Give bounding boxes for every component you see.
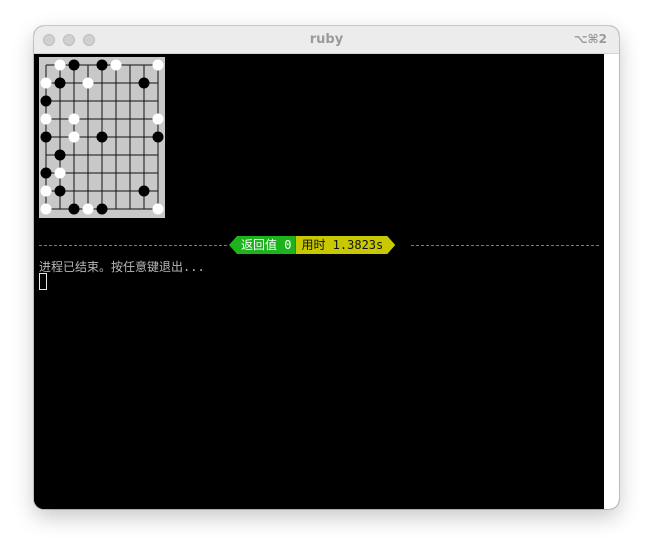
- black-stone: [68, 203, 80, 215]
- white-stone: [82, 77, 94, 89]
- terminal-window: ruby ⌥⌘2 返回值 0 用时 1.3823s 进程已结束。按任意键退出..…: [34, 26, 619, 509]
- white-stone: [68, 131, 80, 143]
- white-stone: [40, 77, 52, 89]
- black-stone: [40, 167, 52, 179]
- window-title: ruby: [309, 32, 344, 47]
- black-stone: [40, 95, 52, 107]
- window-shortcut: ⌥⌘2: [573, 32, 607, 46]
- black-stone: [54, 77, 66, 89]
- white-stone: [152, 59, 164, 71]
- black-stone: [138, 77, 150, 89]
- exit-status-bar: 返回值 0 用时 1.3823s: [229, 236, 395, 254]
- black-stone: [54, 185, 66, 197]
- text-cursor: [39, 273, 47, 290]
- terminal-content[interactable]: 返回值 0 用时 1.3823s 进程已结束。按任意键退出...: [34, 54, 604, 509]
- white-stone: [82, 203, 94, 215]
- black-stone: [96, 59, 108, 71]
- white-stone: [54, 59, 66, 71]
- black-stone: [96, 203, 108, 215]
- return-value-badge: 返回值 0: [229, 236, 296, 254]
- white-stone: [40, 185, 52, 197]
- black-stone: [54, 149, 66, 161]
- white-stone: [40, 203, 52, 215]
- black-stone: [152, 131, 164, 143]
- black-stone: [96, 131, 108, 143]
- white-stone: [110, 59, 122, 71]
- divider-left: [39, 245, 227, 246]
- process-ended-message: 进程已结束。按任意键退出...: [39, 260, 205, 274]
- black-stone: [68, 59, 80, 71]
- white-stone: [152, 113, 164, 125]
- white-stone: [152, 203, 164, 215]
- white-stone: [68, 113, 80, 125]
- title-bar: ruby ⌥⌘2: [34, 26, 619, 54]
- elapsed-time-badge: 用时 1.3823s: [295, 236, 395, 254]
- black-stone: [138, 185, 150, 197]
- divider-right: [411, 245, 599, 246]
- scrollbar[interactable]: [604, 54, 619, 509]
- go-board: [39, 57, 165, 218]
- black-stone: [40, 131, 52, 143]
- white-stone: [40, 113, 52, 125]
- white-stone: [54, 167, 66, 179]
